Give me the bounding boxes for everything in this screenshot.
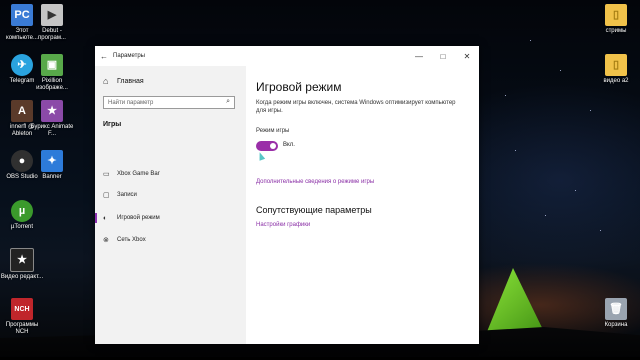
desktop-icon-label: видео a2	[603, 78, 629, 84]
desktop-icon-label: Программы NCH	[5, 322, 39, 335]
maximize-button[interactable]: □	[431, 46, 455, 66]
captures-icon: ▢	[103, 192, 110, 199]
search-icon: ⌕	[226, 98, 230, 105]
animate-icon: ★	[41, 100, 63, 122]
sidebar-item-label: Игровой режим	[117, 215, 160, 221]
window-title: Параметры	[113, 53, 145, 59]
home-icon: ⌂	[103, 76, 109, 86]
back-arrow-icon[interactable]: ←	[95, 52, 113, 61]
search-placeholder: Найти параметр	[108, 99, 154, 106]
sidebar-item-label: Xbox Game Bar	[117, 171, 160, 177]
page-title: Игровой режим	[256, 80, 342, 94]
desktop-icon-video-editor[interactable]: ★ Видео редакт...	[0, 248, 44, 281]
desktop-icon-recycle-bin[interactable]: 🗑 Корзина	[594, 298, 638, 329]
sidebar-item-label: Записи	[117, 192, 137, 198]
related-settings-title: Сопутствующие параметры	[256, 205, 372, 215]
desktop-icon-label: Pixillion изображе...	[36, 78, 68, 91]
game-mode-toggle-state: Вкл.	[283, 142, 295, 148]
desktop-icon-debut[interactable]: ▶ Debut - програм...	[30, 4, 74, 42]
nch-icon: NCH	[11, 298, 33, 320]
toggle-knob	[270, 143, 276, 149]
desktop-icon-utorrent[interactable]: µ µTorrent	[0, 200, 44, 231]
recycle-bin-icon: 🗑	[605, 298, 627, 320]
desktop-icon-nch[interactable]: NCH Программы NCH	[0, 298, 44, 336]
nav-home[interactable]: ⌂ Главная	[103, 76, 144, 86]
settings-content: Игровой режим Когда режим игры включен, …	[246, 66, 479, 344]
game-mode-toggle[interactable]	[256, 141, 278, 151]
sidebar-item-label: Сеть Xbox	[117, 237, 146, 243]
sidebar-item-xbox-network[interactable]: ⊗ Сеть Xbox	[95, 232, 246, 248]
pixillion-icon: ▣	[41, 54, 63, 76]
desktop-icon-banner[interactable]: ✦ Banner	[30, 150, 74, 181]
folder-icon: ▯	[605, 54, 627, 76]
sidebar-item-game-mode[interactable]: ◐ Игровой режим	[95, 210, 246, 226]
desktop-icon-label: µTorrent	[10, 224, 34, 230]
settings-window: ← Параметры — □ ✕ ⌂ Главная Найти параме…	[95, 46, 479, 344]
sidebar-item-xbox-game-bar[interactable]: ▭ Xbox Game Bar	[95, 166, 246, 182]
desktop-icon-label: Корзина	[604, 322, 628, 328]
desktop-icon-label: стримы	[605, 28, 627, 34]
minimize-button[interactable]: —	[407, 46, 431, 66]
desktop-icon-label: Видео редакт...	[0, 274, 44, 280]
game-bar-icon: ▭	[103, 171, 110, 178]
close-button[interactable]: ✕	[455, 46, 479, 66]
utorrent-icon: µ	[11, 200, 33, 222]
xbox-icon: ⊗	[103, 237, 109, 244]
mouse-cursor-icon	[256, 151, 266, 161]
graphics-settings-link[interactable]: Настройки графики	[256, 222, 310, 228]
nav-home-label: Главная	[117, 77, 144, 85]
search-input[interactable]: Найти параметр ⌕	[103, 96, 235, 109]
page-description: Когда режим игры включен, система Window…	[256, 100, 456, 114]
desktop-icon-animate[interactable]: ★ Бурикс Animate F...	[30, 100, 74, 138]
window-controls: — □ ✕	[407, 46, 479, 66]
desktop-icon-label: Banner	[42, 174, 62, 180]
desktop-icon-streams-folder[interactable]: ▯ стримы	[594, 4, 638, 35]
game-mode-icon: ◐	[103, 214, 108, 222]
desktop-icon-label: Debut - програм...	[38, 28, 66, 41]
settings-sidebar: ⌂ Главная Найти параметр ⌕ Игры ▭ Xbox G…	[95, 66, 246, 344]
game-mode-more-info-link[interactable]: Дополнительные сведения о режиме игры	[256, 179, 374, 185]
sidebar-section-title: Игры	[103, 121, 122, 128]
video-editor-icon: ★	[10, 248, 34, 272]
sidebar-item-captures[interactable]: ▢ Записи	[95, 187, 246, 203]
banner-icon: ✦	[41, 150, 63, 172]
window-titlebar[interactable]: ← Параметры — □ ✕	[95, 46, 479, 66]
desktop-icon-pixillion[interactable]: ▣ Pixillion изображе...	[30, 54, 74, 92]
folder-icon: ▯	[605, 4, 627, 26]
game-mode-toggle-label: Режим игры	[256, 128, 290, 134]
desktop-icon-video-folder[interactable]: ▯ видео a2	[594, 54, 638, 85]
debut-icon: ▶	[41, 4, 63, 26]
desktop-icon-label: Бурикс Animate F...	[30, 124, 74, 137]
